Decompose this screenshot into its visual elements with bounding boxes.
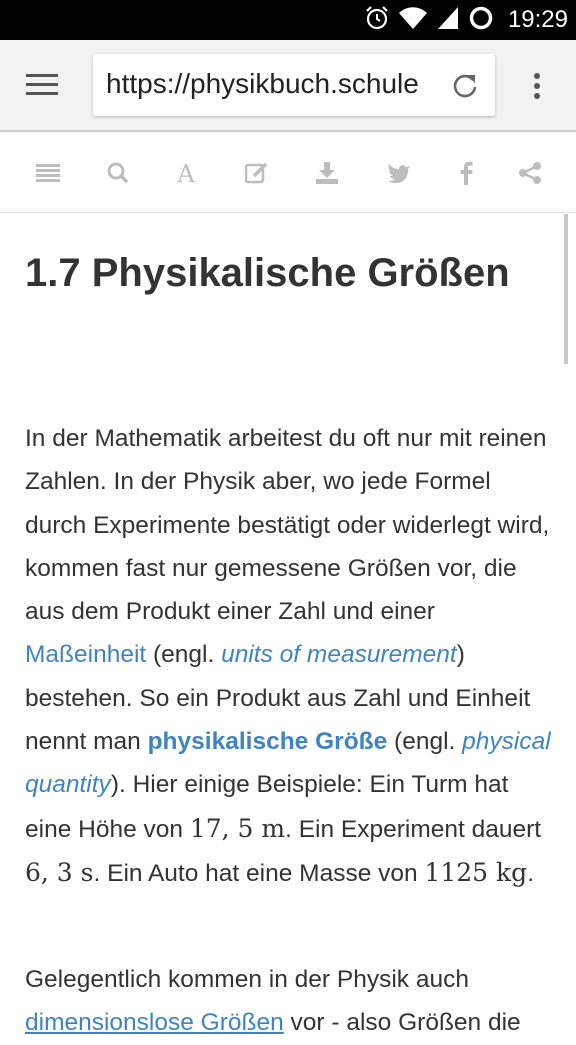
math-mass: 1125 kg: [424, 857, 528, 887]
overflow-menu-icon[interactable]: [530, 73, 544, 103]
reload-icon[interactable]: [451, 71, 479, 104]
download-icon[interactable]: [314, 160, 340, 186]
share-icon[interactable]: [517, 160, 543, 186]
scrollbar[interactable]: [564, 214, 568, 364]
search-icon[interactable]: [105, 160, 131, 186]
text: (engl.: [146, 641, 222, 669]
hamburger-menu-icon[interactable]: [26, 70, 60, 100]
link-masseinheit[interactable]: Maßeinheit: [25, 641, 146, 668]
clock: 19:29: [507, 6, 568, 33]
text: . Ein Experiment dauert: [285, 815, 542, 843]
page-title: 1.7 Physikalische Größen: [25, 251, 510, 295]
article: 1.7 Physikalische Größen In der Mathemat…: [0, 213, 576, 1036]
link-dimensionslose-groessen[interactable]: dimensionslose Größen: [25, 1009, 284, 1036]
wifi-icon: [398, 5, 428, 36]
text: .: [527, 859, 534, 887]
paragraph-1: In der Mathematik arbeitest du oft nur m…: [25, 417, 555, 895]
math-duration: 6, 3 s: [25, 857, 94, 887]
alarm-icon: [364, 5, 390, 36]
paragraph-2: Gelegentlich kommen in der Physik auch d…: [25, 958, 555, 1045]
page-toolbar: A: [0, 132, 576, 213]
list-icon[interactable]: [35, 160, 61, 186]
twitter-icon[interactable]: [386, 160, 412, 186]
text: (engl.: [387, 728, 463, 756]
text: vor - also Größen die: [283, 1009, 521, 1037]
url-field[interactable]: https://physikbuch.schule: [93, 54, 495, 116]
text: Gelegentlich kommen in der Physik auch: [25, 966, 469, 993]
text: . Ein Auto hat eine Masse von: [93, 859, 425, 887]
facebook-icon[interactable]: [453, 160, 479, 186]
status-bar: 19:29: [0, 0, 576, 40]
edit-icon[interactable]: [244, 160, 270, 186]
svg-text:A: A: [176, 161, 195, 185]
font-icon[interactable]: A: [173, 160, 199, 186]
math-height: 17, 5 m: [189, 813, 286, 843]
url-text[interactable]: https://physikbuch.schule: [106, 68, 419, 100]
signal-icon: [436, 5, 460, 36]
link-physikalische-groesse[interactable]: physikalische Größe: [148, 728, 388, 755]
browser-toolbar: https://physikbuch.schule: [0, 40, 576, 132]
text: In der Mathematik arbeitest du oft nur m…: [25, 425, 550, 626]
sync-icon: [468, 5, 494, 36]
status-icons: 19:29: [364, 0, 568, 40]
link-units-of-measurement[interactable]: units of measurement: [221, 641, 457, 668]
